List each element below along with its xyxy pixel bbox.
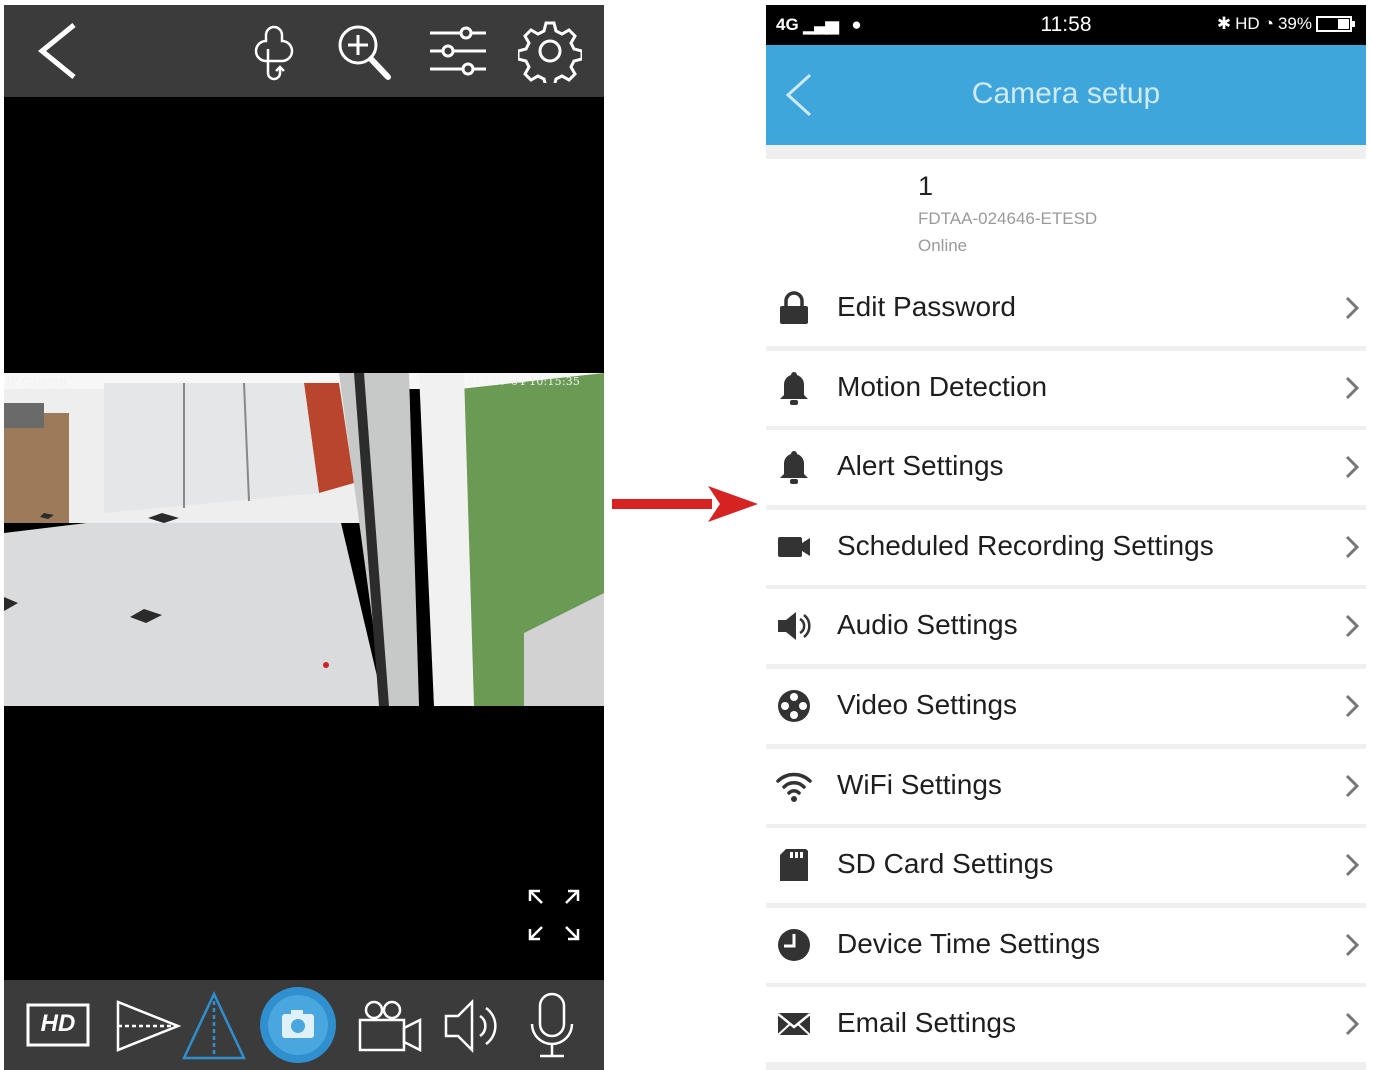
speaker-icon[interactable] [438, 990, 510, 1062]
settings-item-device-time-settings[interactable]: Device Time Settings [766, 907, 1366, 983]
sliders-icon[interactable] [426, 19, 490, 83]
lock-icon [780, 291, 808, 324]
device-status: Online [918, 236, 968, 255]
bluetooth-icon: ✱ [1216, 14, 1232, 33]
device-id: FDTAA-024646-ETESD [918, 209, 1098, 228]
device-info-card: 1 FDTAA-024646-ETESD Online [766, 159, 1366, 277]
settings-item-label: Edit Password [837, 291, 1016, 322]
sd-card-icon [780, 849, 808, 882]
chevron-right-icon [1345, 296, 1360, 320]
status-right: ✱ HD ◔ 39% [1217, 14, 1356, 34]
settings-item-label: Email Settings [837, 1007, 1016, 1039]
microphone-icon[interactable] [516, 990, 588, 1062]
clock-icon [778, 928, 810, 961]
status-bar: 4G ▁▃▅ ● 11:58 ✱ HD ◔ 39% [766, 5, 1366, 45]
settings-list: Edit Password Motion Detection Alert Set… [766, 271, 1366, 1067]
live-view-toolbar [4, 5, 604, 97]
device-name: 1 [918, 171, 934, 201]
settings-item-alert-settings[interactable]: Alert Settings [766, 430, 1366, 506]
film-reel-icon [778, 689, 810, 722]
settings-item-label: Device Time Settings [837, 927, 1100, 959]
chevron-right-icon [1345, 694, 1360, 718]
back-chevron-icon[interactable] [30, 19, 94, 83]
battery-icon [1316, 16, 1355, 32]
chevron-right-icon [1345, 456, 1360, 479]
chevron-right-icon [1345, 615, 1360, 638]
live-view-screen: IP Camera 2017-07-04 10:15:35 HD [4, 5, 604, 1070]
chevron-right-icon [1345, 376, 1360, 399]
settings-item-label: SD Card Settings [837, 848, 1054, 880]
page-title: Camera setup [971, 77, 1161, 110]
bell-icon [780, 451, 808, 485]
envelope-icon [777, 1013, 811, 1037]
chevron-right-icon [1345, 854, 1360, 877]
settings-item-label: Motion Detection [837, 370, 1048, 402]
flip-vertical-icon[interactable] [178, 990, 250, 1062]
camera-label-overlay: IP Camera [6, 375, 67, 388]
settings-item-video-settings[interactable]: Video Settings [766, 668, 1366, 744]
chevron-right-icon [1345, 1013, 1360, 1036]
camera-setup-screen: 4G ▁▃▅ ● 11:58 ✱ HD ◔ 39% Camera setup 1… [766, 5, 1366, 1070]
settings-item-motion-detection[interactable]: Motion Detection [766, 350, 1366, 426]
settings-item-label: WiFi Settings [837, 768, 1002, 800]
header-bar: Camera setup [766, 45, 1366, 145]
battery-label: 39% [1277, 14, 1312, 33]
chevron-right-icon [1345, 535, 1360, 558]
camera-timestamp-overlay: 2017-07-04 10:15:35 [460, 375, 581, 388]
flip-horizontal-icon[interactable] [112, 990, 184, 1062]
zoom-in-icon[interactable] [332, 19, 396, 83]
camera-live-feed[interactable]: IP Camera 2017-07-04 10:15:35 [4, 373, 604, 706]
video-camera-icon [778, 536, 810, 557]
fullscreen-expand-icon[interactable] [524, 885, 584, 945]
transition-arrow-icon [612, 486, 758, 522]
settings-item-sd-card-settings[interactable]: SD Card Settings [766, 828, 1366, 904]
ptz-rotate-icon[interactable] [242, 19, 306, 83]
camera-scene-image [4, 373, 604, 706]
settings-item-audio-settings[interactable]: Audio Settings [766, 589, 1366, 665]
network-label: HD [1235, 14, 1260, 33]
snapshot-camera-icon[interactable] [258, 985, 338, 1065]
settings-item-edit-password[interactable]: Edit Password [766, 271, 1366, 346]
wifi-icon [776, 772, 812, 802]
settings-item-scheduled-recording[interactable]: Scheduled Recording Settings [766, 509, 1366, 585]
hd-quality-icon[interactable]: HD [26, 1002, 90, 1048]
gear-icon[interactable] [518, 19, 582, 83]
hd-label: HD [40, 1010, 76, 1037]
record-video-icon[interactable] [354, 990, 426, 1062]
settings-item-label: Video Settings [837, 688, 1018, 720]
settings-item-label: Alert Settings [837, 450, 1004, 482]
speaker-icon [778, 612, 811, 641]
chevron-right-icon [1345, 774, 1360, 797]
settings-item-wifi-settings[interactable]: WiFi Settings [766, 748, 1366, 824]
settings-item-label: Scheduled Recording Settings [837, 529, 1214, 561]
chevron-right-icon [1345, 933, 1360, 956]
settings-item-email-settings[interactable]: Email Settings [766, 987, 1366, 1063]
settings-item-label: Audio Settings [837, 609, 1018, 641]
bell-icon [780, 371, 808, 405]
live-view-controls: HD [4, 980, 604, 1070]
wifi-status-icon: ◔ [1263, 14, 1274, 33]
